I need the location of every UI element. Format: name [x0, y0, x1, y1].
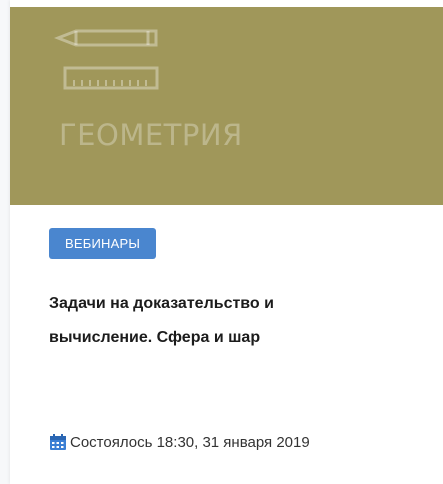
webinar-title-line-2[interactable]: вычисление. Сфера и шар — [49, 321, 409, 355]
calendar-icon — [50, 434, 66, 450]
webinar-card[interactable]: ГЕОМЕТРИЯ ВЕБИНАРЫ Задачи на доказательс… — [10, 0, 443, 484]
webinar-title-line-1[interactable]: Задачи на доказательство и — [49, 287, 409, 321]
category-badge[interactable]: ВЕБИНАРЫ — [49, 228, 157, 259]
subject-title: ГЕОМЕТРИЯ — [59, 118, 243, 152]
subject-banner: ГЕОМЕТРИЯ — [10, 7, 443, 205]
pencil-ruler-icon — [54, 29, 159, 90]
webinar-title[interactable]: Задачи на доказательство и вычисление. С… — [49, 287, 409, 355]
webinar-status: Состоялось 18:30, 31 января 2019 — [49, 431, 310, 453]
status-text: Состоялось 18:30, 31 января 2019 — [70, 433, 310, 451]
